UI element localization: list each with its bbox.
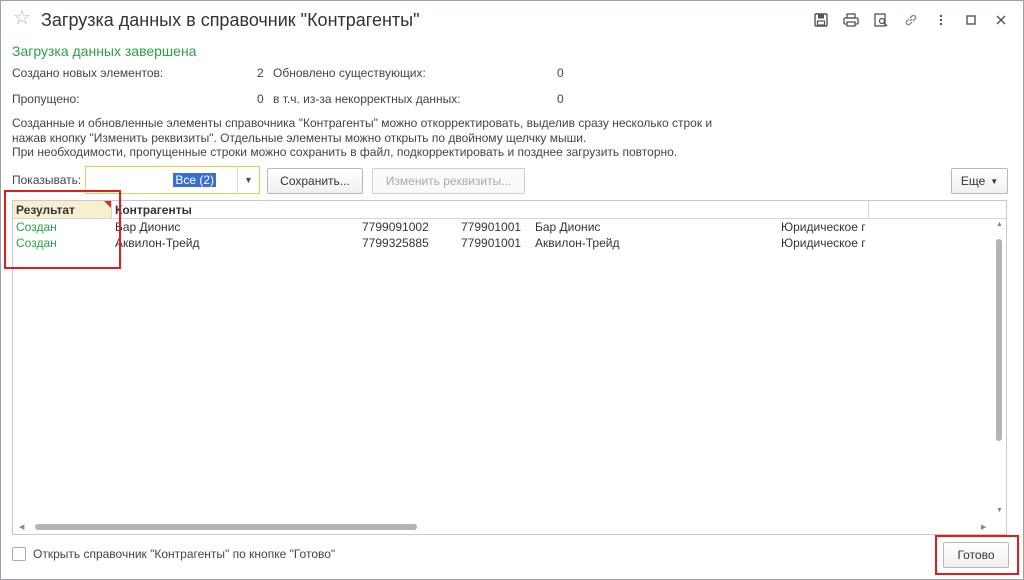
more-button[interactable]: Еще ▼ xyxy=(951,168,1008,194)
updated-label: Обновлено существующих: xyxy=(273,66,426,80)
dialog-window: ☆ Загрузка данных в справочник "Контраге… xyxy=(0,0,1024,580)
highlight-result-column xyxy=(4,190,121,269)
close-icon[interactable] xyxy=(991,10,1011,30)
info-text: Созданные и обновленные элементы справоч… xyxy=(12,116,752,160)
invalid-value: 0 xyxy=(557,92,564,106)
maximize-icon[interactable] xyxy=(961,10,981,30)
open-catalog-option[interactable]: Открыть справочник "Контрагенты" по кноп… xyxy=(12,547,335,561)
caret-down-icon: ▼ xyxy=(990,176,999,186)
scroll-left-icon[interactable]: ◀ xyxy=(19,523,24,531)
title-bar: ☆ Загрузка данных в справочник "Контраге… xyxy=(1,1,1023,37)
inn-cell: 7799091002 xyxy=(362,220,429,234)
status-message: Загрузка данных завершена xyxy=(12,43,197,59)
name-cell: Бар Дионис xyxy=(115,220,181,234)
skipped-value: 0 xyxy=(257,92,264,106)
title-bar-actions xyxy=(811,10,1011,30)
star-icon[interactable]: ☆ xyxy=(13,8,31,28)
type-cell: Юридическое г xyxy=(781,220,866,234)
created-label: Создано новых элементов: xyxy=(12,66,164,80)
invalid-label: в т.ч. из-за некорректных данных: xyxy=(273,92,461,106)
column-divider[interactable] xyxy=(868,201,869,219)
scroll-right-icon[interactable]: ▶ xyxy=(981,523,986,531)
horizontal-scrollbar[interactable]: ◀ ▶ xyxy=(13,520,994,534)
table-header: Результат Контрагенты xyxy=(13,201,1006,219)
save-icon[interactable] xyxy=(811,10,831,30)
show-label: Показывать: xyxy=(12,173,82,187)
scroll-up-icon[interactable]: ▲ xyxy=(996,221,1003,228)
info-line-1: Созданные и обновленные элементы справоч… xyxy=(12,116,713,130)
info-line-2: нажав кнопку "Изменить реквизиты". Отдел… xyxy=(12,130,587,145)
scroll-down-icon[interactable]: ▼ xyxy=(996,507,1003,514)
kpp-cell: 779901001 xyxy=(461,236,522,250)
change-attributes-button[interactable]: Изменить реквизиты... xyxy=(372,168,525,194)
table-row[interactable]: Создан Бар Дионис 7799091002 779901001 Б… xyxy=(13,219,983,235)
vertical-scrollbar[interactable]: ▲ ▼ xyxy=(992,219,1006,519)
type-cell: Юридическое г xyxy=(781,236,866,250)
kpp-cell: 779901001 xyxy=(461,220,522,234)
column-header-counterparties[interactable]: Контрагенты xyxy=(115,203,192,217)
full-name-cell: Аквилон-Трейд xyxy=(535,236,620,250)
table-row[interactable]: Создан Аквилон-Трейд 7799325885 77990100… xyxy=(13,235,983,251)
updated-value: 0 xyxy=(557,66,564,80)
show-filter-value: Все (2) xyxy=(173,173,216,187)
link-icon[interactable] xyxy=(901,10,921,30)
more-icon[interactable] xyxy=(931,10,951,30)
more-button-label: Еще xyxy=(960,174,986,188)
full-name-cell: Бар Дионис xyxy=(535,220,601,234)
created-value: 2 xyxy=(257,66,264,80)
horizontal-scroll-thumb[interactable] xyxy=(35,524,417,530)
preview-icon[interactable] xyxy=(871,10,891,30)
highlight-done-button xyxy=(935,535,1019,575)
window-title: Загрузка данных в справочник "Контрагент… xyxy=(41,10,420,30)
vertical-scroll-thumb[interactable] xyxy=(996,239,1002,441)
skipped-label: Пропущено: xyxy=(12,92,80,106)
save-button[interactable]: Сохранить... xyxy=(267,168,363,194)
results-table[interactable]: Результат Контрагенты Создан Бар Дионис … xyxy=(12,200,1007,535)
inn-cell: 7799325885 xyxy=(362,236,429,250)
name-cell: Аквилон-Трейд xyxy=(115,236,200,250)
open-catalog-label[interactable]: Открыть справочник "Контрагенты" по кноп… xyxy=(33,547,335,561)
print-icon[interactable] xyxy=(841,10,861,30)
info-line-3: При необходимости, пропущенные строки мо… xyxy=(12,145,678,159)
chevron-down-icon[interactable]: ▼ xyxy=(237,167,259,193)
open-catalog-checkbox[interactable] xyxy=(12,547,26,561)
